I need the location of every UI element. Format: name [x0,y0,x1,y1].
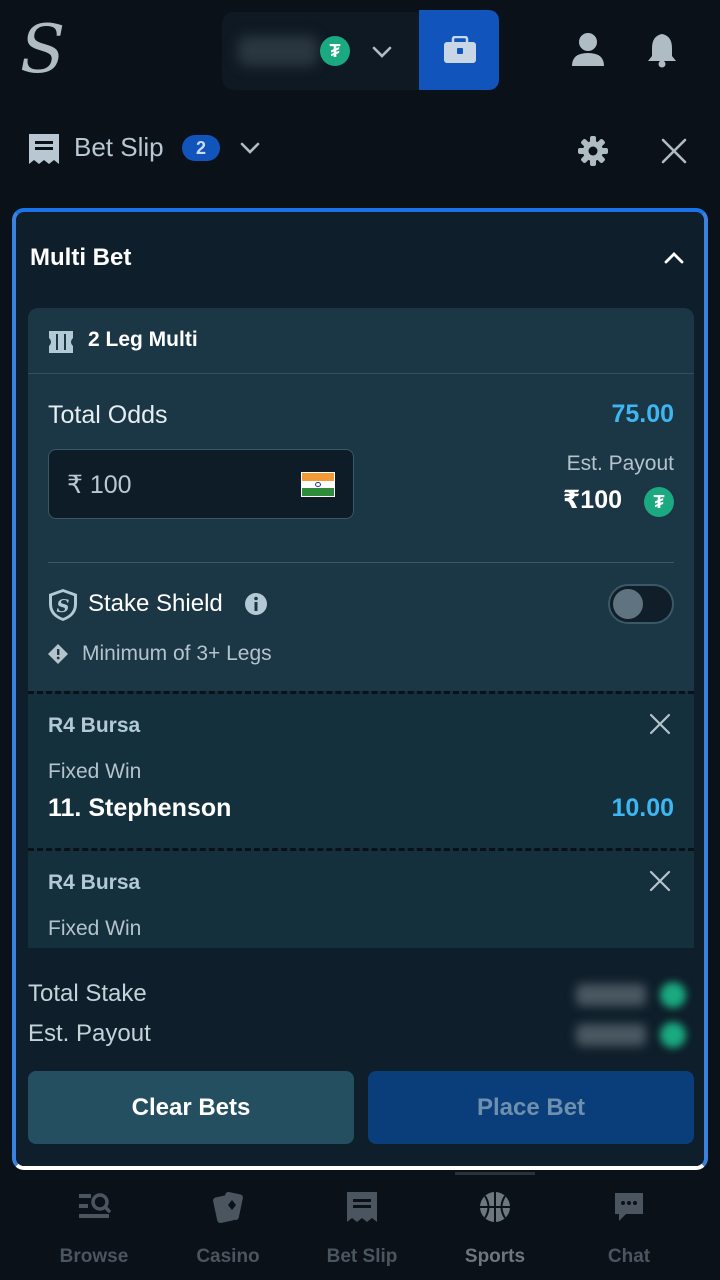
leg-bet-type: Fixed Win [48,917,142,940]
leg-runner-name: 11. Stephenson [48,794,232,822]
wallet-button[interactable] [419,10,499,90]
betslip-title[interactable]: Bet Slip [74,132,164,163]
nav-item-chat[interactable]: Chat [569,1190,689,1270]
bell-icon[interactable] [640,28,684,72]
leg-odds-value: 10.00 [611,794,674,822]
chevron-up-icon[interactable] [652,236,696,280]
leg-bet-type: Fixed Win [48,760,142,783]
nav-item-browse[interactable]: Browse [34,1190,154,1270]
svg-text:S: S [57,596,70,617]
profile-icon[interactable] [566,28,610,72]
betslip-icon [347,1192,377,1222]
info-icon[interactable] [244,592,268,616]
leg-race-name: R4 Bursa [48,714,141,737]
nav-label: Sports [464,1246,526,1267]
nav-label: Chat [607,1246,651,1267]
toggle-knob [613,589,643,619]
leg-item: R4 Bursa Fixed Win 11. Stephenson 10.00 [28,691,694,849]
gear-icon[interactable] [571,129,615,173]
betslip-header: Bet Slip 2 [0,100,720,200]
place-bet-button[interactable]: Place Bet [368,1071,694,1144]
close-icon[interactable] [652,129,696,173]
warning-icon [48,644,68,664]
est-payout-value: ₹100 [562,486,622,514]
stake-logo[interactable]: S [18,11,70,88]
betslip-icon [29,134,59,164]
stake-input-box[interactable] [48,449,354,519]
multi-bet-card: 2 Leg Multi Total Odds 75.00 Est. Payout… [28,308,694,948]
chat-icon [615,1193,643,1221]
wallet-icon [444,36,476,63]
stake-input[interactable] [67,468,267,502]
balance-selector[interactable]: ₮ [222,12,422,90]
india-flag-icon [301,472,335,497]
chevron-down-icon[interactable] [360,30,404,74]
total-stake-blurred [576,982,686,1008]
nav-label: Browse [59,1246,129,1267]
est-payout-blurred [576,1022,686,1048]
shield-icon: S [49,589,77,621]
leg-race-name: R4 Bursa [48,871,141,894]
tether-icon: ₮ [644,487,674,517]
clear-bets-button[interactable]: Clear Bets [28,1071,354,1144]
total-odds-value: 75.00 [611,400,674,428]
remove-leg-close-icon[interactable] [648,869,676,897]
betslip-count-badge: 2 [182,135,220,161]
balance-amount-blurred [238,36,318,66]
leg-multi-title: 2 Leg Multi [88,328,198,351]
total-stake-label: Total Stake [28,980,147,1007]
nav-item-sports[interactable]: Sports [435,1190,555,1270]
cards-icon [213,1191,243,1224]
browse-icon [79,1193,111,1218]
est-payout-total-label: Est. Payout [28,1020,151,1047]
divider [48,562,674,563]
multi-bet-title: Multi Bet [30,244,132,271]
tether-icon: ₮ [320,36,350,66]
basketball-icon [480,1192,510,1222]
bottom-nav: Browse Casino Bet Slip Sports Chat [0,1172,720,1280]
active-indicator [455,1172,535,1175]
nav-item-betslip[interactable]: Bet Slip [302,1190,422,1270]
stake-shield-label: Stake Shield [88,590,223,617]
stake-shield-toggle[interactable] [608,584,674,624]
svg-text:S: S [20,14,65,86]
bet-slip-panel: Multi Bet 2 Leg Multi Total Odds 75.00 E… [12,208,708,1170]
leg-item: R4 Bursa Fixed Win [28,848,694,948]
est-payout-label: Est. Payout [566,452,674,475]
ticket-icon [49,331,73,353]
leg-multi-header: 2 Leg Multi [28,308,694,374]
nav-label: Casino [196,1246,260,1267]
remove-leg-close-icon[interactable] [648,712,676,740]
top-bar: S ₮ [0,0,720,100]
nav-label: Bet Slip [326,1246,398,1267]
total-odds-label: Total Odds [48,401,168,429]
nav-item-casino[interactable]: Casino [168,1190,288,1270]
min-legs-notice: Minimum of 3+ Legs [82,642,272,665]
chevron-down-icon[interactable] [228,126,272,170]
